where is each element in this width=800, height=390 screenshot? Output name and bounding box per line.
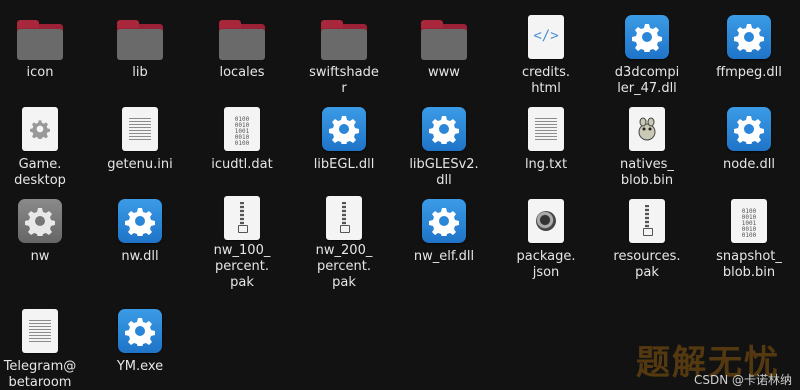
file-item-nw[interactable]: nw xyxy=(0,196,88,288)
archive-file-icon xyxy=(622,196,672,246)
folder-item-icon[interactable]: icon xyxy=(0,12,88,104)
file-label: icudtl.dat xyxy=(211,157,273,172)
file-label: nw xyxy=(30,249,50,264)
gear-icon xyxy=(419,196,469,246)
file-item-ym-exe[interactable]: YM.exe xyxy=(92,306,188,390)
file-label: Game. desktop xyxy=(14,157,66,188)
file-label: getenu.ini xyxy=(107,157,173,172)
file-label: nw.dll xyxy=(121,249,159,264)
file-label: libGLESv2. dll xyxy=(409,157,479,188)
file-label: libEGL.dll xyxy=(313,157,375,172)
folder-icon xyxy=(15,12,65,62)
archive-file-icon xyxy=(217,196,267,240)
file-label: snapshot_ blob.bin xyxy=(716,249,782,280)
file-label: d3dcompi ler_47.dll xyxy=(614,65,680,96)
file-label: lib xyxy=(132,65,148,80)
file-item-game-desktop[interactable]: Game. desktop xyxy=(0,104,88,196)
file-label: YM.exe xyxy=(116,359,164,374)
folder-icon xyxy=(319,12,369,62)
desktop-file-icon xyxy=(15,104,65,154)
file-item-credits-html[interactable]: </> credits. html xyxy=(498,12,594,104)
file-label: swiftshade r xyxy=(309,65,379,96)
file-item-snapshot-blob[interactable]: 0100 0010 1001 0010 0100 snapshot_ blob.… xyxy=(701,196,797,288)
gimp-file-icon xyxy=(622,104,672,154)
file-item-lng-txt[interactable]: lng.txt xyxy=(498,104,594,196)
gear-icon xyxy=(724,104,774,154)
gear-icon xyxy=(622,12,672,62)
file-item-nw200-pak[interactable]: nw_200_ percent. pak xyxy=(296,196,392,290)
gear-icon xyxy=(419,104,469,154)
file-label: credits. html xyxy=(521,65,571,96)
archive-file-icon xyxy=(319,196,369,240)
html-file-icon: </> xyxy=(521,12,571,62)
json-file-icon xyxy=(521,196,571,246)
file-item-nw-elf[interactable]: nw_elf.dll xyxy=(396,196,492,288)
file-label: Telegram@ betaroom xyxy=(3,359,77,390)
file-item-package-json[interactable]: package. json xyxy=(498,196,594,288)
folder-icon xyxy=(217,12,267,62)
grey-gear-icon xyxy=(15,196,65,246)
file-label: nw_200_ percent. pak xyxy=(315,243,373,290)
text-file-icon xyxy=(115,104,165,154)
folder-item-swiftshader[interactable]: swiftshade r xyxy=(296,12,392,104)
folder-item-lib[interactable]: lib xyxy=(92,12,188,104)
file-item-telegram[interactable]: Telegram@ betaroom xyxy=(0,306,88,390)
folder-item-www[interactable]: www xyxy=(396,12,492,104)
file-label: nw_100_ percent. pak xyxy=(213,243,271,290)
file-label: lng.txt xyxy=(524,157,568,172)
file-item-natives-blob[interactable]: natives_ blob.bin xyxy=(599,104,695,196)
file-label: ffmpeg.dll xyxy=(716,65,782,80)
gear-icon xyxy=(115,306,165,356)
file-item-node-dll[interactable]: node.dll xyxy=(701,104,797,196)
file-label: nw_elf.dll xyxy=(413,249,475,264)
gear-icon xyxy=(319,104,369,154)
file-item-libegl[interactable]: libEGL.dll xyxy=(296,104,392,196)
file-item-getenu-ini[interactable]: getenu.ini xyxy=(92,104,188,196)
file-item-icudtl-dat[interactable]: 0100 0010 1001 0010 0100 icudtl.dat xyxy=(194,104,290,196)
text-file-icon xyxy=(15,306,65,356)
binary-file-icon: 0100 0010 1001 0010 0100 xyxy=(217,104,267,154)
gear-icon xyxy=(724,12,774,62)
file-item-libglesv2[interactable]: libGLESv2. dll xyxy=(396,104,492,196)
file-label: www xyxy=(428,65,460,80)
file-item-nw100-pak[interactable]: nw_100_ percent. pak xyxy=(194,196,290,290)
file-item-d3dcompiler[interactable]: d3dcompi ler_47.dll xyxy=(599,12,695,104)
file-item-resources-pak[interactable]: resources. pak xyxy=(599,196,695,288)
binary-file-icon: 0100 0010 1001 0010 0100 xyxy=(724,196,774,246)
file-label: package. json xyxy=(516,249,576,280)
text-file-icon xyxy=(521,104,571,154)
folder-item-locales[interactable]: locales xyxy=(194,12,290,104)
file-grid: icon lib locales swiftshade r www </> cr… xyxy=(0,0,800,390)
file-label: icon xyxy=(26,65,54,80)
folder-icon xyxy=(115,12,165,62)
file-label: node.dll xyxy=(722,157,776,172)
folder-icon xyxy=(419,12,469,62)
file-label: resources. pak xyxy=(613,249,681,280)
gear-icon xyxy=(115,196,165,246)
watermark-credit: CSDN @卡诺林纳 xyxy=(693,373,792,387)
file-label: natives_ blob.bin xyxy=(620,157,674,188)
file-label: locales xyxy=(219,65,265,80)
file-item-ffmpeg[interactable]: ffmpeg.dll xyxy=(701,12,797,104)
file-item-nw-dll[interactable]: nw.dll xyxy=(92,196,188,288)
